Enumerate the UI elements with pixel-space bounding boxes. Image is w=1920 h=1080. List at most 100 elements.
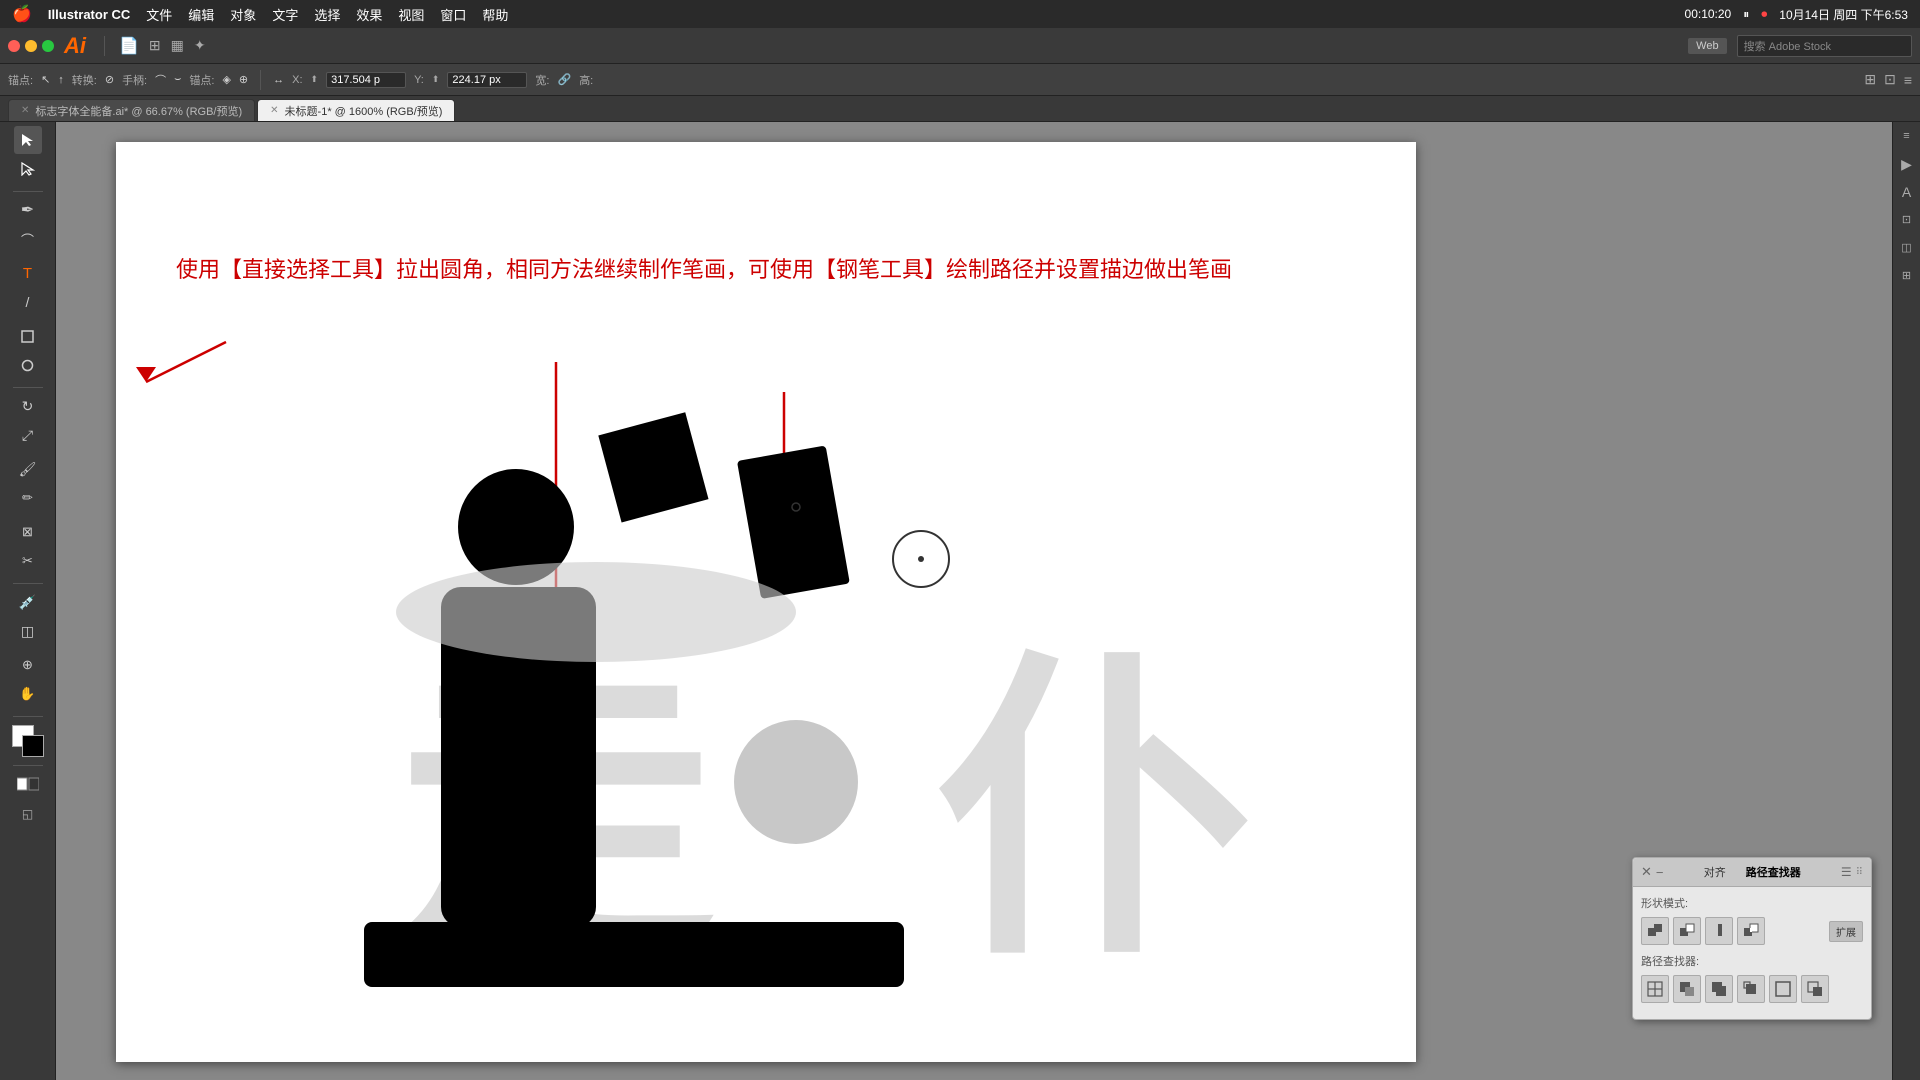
eyedropper-tool[interactable]: 💉	[14, 588, 42, 616]
tab-2-close[interactable]: ✕	[270, 105, 278, 116]
path-divide-button[interactable]	[1641, 975, 1669, 1003]
search-adobe-input[interactable]: 搜索 Adobe Stock	[1737, 35, 1912, 57]
shape-mode-buttons: 扩展	[1641, 917, 1863, 945]
menu-file[interactable]: 文件	[146, 5, 172, 24]
right-panel-btn-4[interactable]: ⊡	[1897, 210, 1917, 230]
expand-button[interactable]: 扩展	[1829, 921, 1863, 942]
maximize-window-button[interactable]	[42, 40, 54, 52]
rotate-tool[interactable]: ↻	[14, 392, 42, 420]
menu-type[interactable]: 文字	[272, 5, 298, 24]
paintbrush-tool[interactable]: 🖌	[14, 455, 42, 483]
right-panel-btn-2[interactable]: ▶	[1897, 154, 1917, 174]
more-options-icon[interactable]: ≡	[1904, 72, 1912, 88]
menu-object[interactable]: 对象	[230, 5, 256, 24]
shape-unite-button[interactable]	[1641, 917, 1669, 945]
pathfinder-panel: ✕ − 对齐 路径查找器 ☰ ⠿ 形状模式:	[1632, 857, 1872, 1020]
transform-anchor-icon[interactable]: ⊡	[1884, 71, 1896, 88]
rectangle-tool[interactable]	[14, 322, 42, 350]
menu-effect[interactable]: 效果	[356, 5, 382, 24]
apple-menu[interactable]: 🍎	[12, 4, 32, 24]
scale-tool[interactable]: ⤢	[14, 421, 42, 449]
tab-1-close[interactable]: ✕	[21, 105, 29, 116]
app-name: Illustrator CC	[48, 7, 130, 22]
shape-mode-label: 形状模式:	[1641, 895, 1863, 911]
anchor-tool-icon[interactable]: ◈	[222, 73, 230, 86]
hand-tool[interactable]: ✋	[14, 680, 42, 708]
align-icon[interactable]: ⊞	[1864, 71, 1876, 88]
x-value-input[interactable]	[326, 72, 406, 88]
link-icon[interactable]: 🔗	[557, 73, 571, 86]
tool-sep-1	[13, 191, 43, 192]
selection-tool[interactable]	[14, 126, 42, 154]
anchor-tool-icon2[interactable]: ⊕	[239, 73, 248, 86]
pathfinder-label: 路径查找器:	[1641, 953, 1863, 969]
magic-wand-icon[interactable]: ✦	[194, 37, 206, 54]
menu-view[interactable]: 视图	[398, 5, 424, 24]
menubar-date: 10月14日 周四 下午6:53	[1779, 6, 1908, 23]
navigate-tools: ⊕ ✋	[14, 651, 42, 708]
new-document-icon[interactable]: 📄	[119, 36, 139, 56]
draw-mode-btn[interactable]: ◱	[14, 800, 42, 828]
type-tool[interactable]: T	[14, 259, 42, 287]
y-value-input[interactable]	[447, 72, 527, 88]
pen-tool[interactable]: ✒	[14, 196, 42, 224]
panel-menu-icon[interactable]: ☰	[1841, 865, 1852, 879]
hand-icon1[interactable]: ⌒	[155, 72, 166, 88]
y-up-icon: ⬆	[432, 74, 440, 85]
shape-exclude-button[interactable]	[1737, 917, 1765, 945]
panel-tab-align[interactable]: 对齐	[1700, 862, 1730, 882]
path-minus-back-button[interactable]	[1801, 975, 1829, 1003]
path-outline-button[interactable]	[1769, 975, 1797, 1003]
tab-2[interactable]: ✕ 未标题-1* @ 1600% (RGB/预览)	[257, 99, 455, 121]
anchor-icon1[interactable]: ↖	[41, 73, 50, 86]
tool-sep-2	[13, 387, 43, 388]
transform-icon[interactable]: ⊘	[105, 73, 114, 86]
menu-help[interactable]: 帮助	[482, 5, 508, 24]
line-tool[interactable]: /	[14, 288, 42, 316]
ellipse-tool[interactable]	[14, 351, 42, 379]
panel-minimize-button[interactable]: −	[1656, 865, 1664, 880]
menu-select[interactable]: 选择	[314, 5, 340, 24]
type-tools: T /	[14, 259, 42, 316]
shape-minus-front-button[interactable]	[1673, 917, 1701, 945]
gradient-tool[interactable]: ◫	[14, 617, 42, 645]
panel-titlebar: ✕ − 对齐 路径查找器 ☰ ⠿	[1633, 858, 1871, 887]
right-panel-btn-5[interactable]: ◫	[1897, 238, 1917, 258]
arrange-icon[interactable]: ⊞	[149, 37, 161, 54]
menu-edit[interactable]: 编辑	[188, 5, 214, 24]
properties-icon[interactable]: ▦	[171, 37, 184, 54]
path-crop-button[interactable]	[1737, 975, 1765, 1003]
screen-mode-btn[interactable]	[14, 770, 42, 798]
tool-sep-5	[13, 765, 43, 766]
shape-tools	[14, 322, 42, 379]
app-toolbar: Ai 📄 ⊞ ▦ ✦ Web 搜索 Adobe Stock	[0, 28, 1920, 64]
panel-tab-pathfinder[interactable]: 路径查找器	[1742, 862, 1805, 882]
path-trim-button[interactable]	[1673, 975, 1701, 1003]
eraser-tool[interactable]: ⊠	[14, 518, 42, 546]
scissors-tool[interactable]: ✂	[14, 547, 42, 575]
right-panel-btn-1[interactable]: ≡	[1897, 126, 1917, 146]
zoom-tool[interactable]: ⊕	[14, 651, 42, 679]
toolbar-separator	[104, 36, 105, 56]
selection-tools	[14, 126, 42, 183]
path-merge-button[interactable]	[1705, 975, 1733, 1003]
workspace-label[interactable]: Web	[1688, 38, 1726, 54]
tab-1[interactable]: ✕ 标志字体全能备.ai* @ 66.67% (RGB/预览)	[8, 99, 255, 121]
right-panel-btn-3[interactable]: A	[1897, 182, 1917, 202]
panel-close-button[interactable]: ✕	[1641, 864, 1652, 880]
right-panel-btn-6[interactable]: ⊞	[1897, 266, 1917, 286]
minimize-window-button[interactable]	[25, 40, 37, 52]
canvas-area[interactable]: 使用【直接选择工具】拉出圆角，相同方法继续制作笔画，可使用【钢笔工具】绘制路径并…	[56, 122, 1892, 1080]
w-label: 宽:	[535, 72, 549, 88]
close-window-button[interactable]	[8, 40, 20, 52]
hand-icon2[interactable]: ⌣	[174, 73, 181, 86]
left-toolbar: ✒ ⌒ T / ↻ ⤢ 🖌 ✏ ⊠ ✂ 💉	[0, 122, 56, 1080]
pencil-tool[interactable]: ✏	[14, 484, 42, 512]
background-color[interactable]	[22, 735, 44, 757]
menu-window[interactable]: 窗口	[440, 5, 466, 24]
direct-selection-tool[interactable]	[14, 155, 42, 183]
curvature-tool[interactable]: ⌒	[14, 225, 42, 253]
anchor-icon2[interactable]: ↑	[58, 74, 64, 86]
shape-intersect-button[interactable]	[1705, 917, 1733, 945]
tab-2-label: 未标题-1* @ 1600% (RGB/预览)	[285, 103, 443, 119]
